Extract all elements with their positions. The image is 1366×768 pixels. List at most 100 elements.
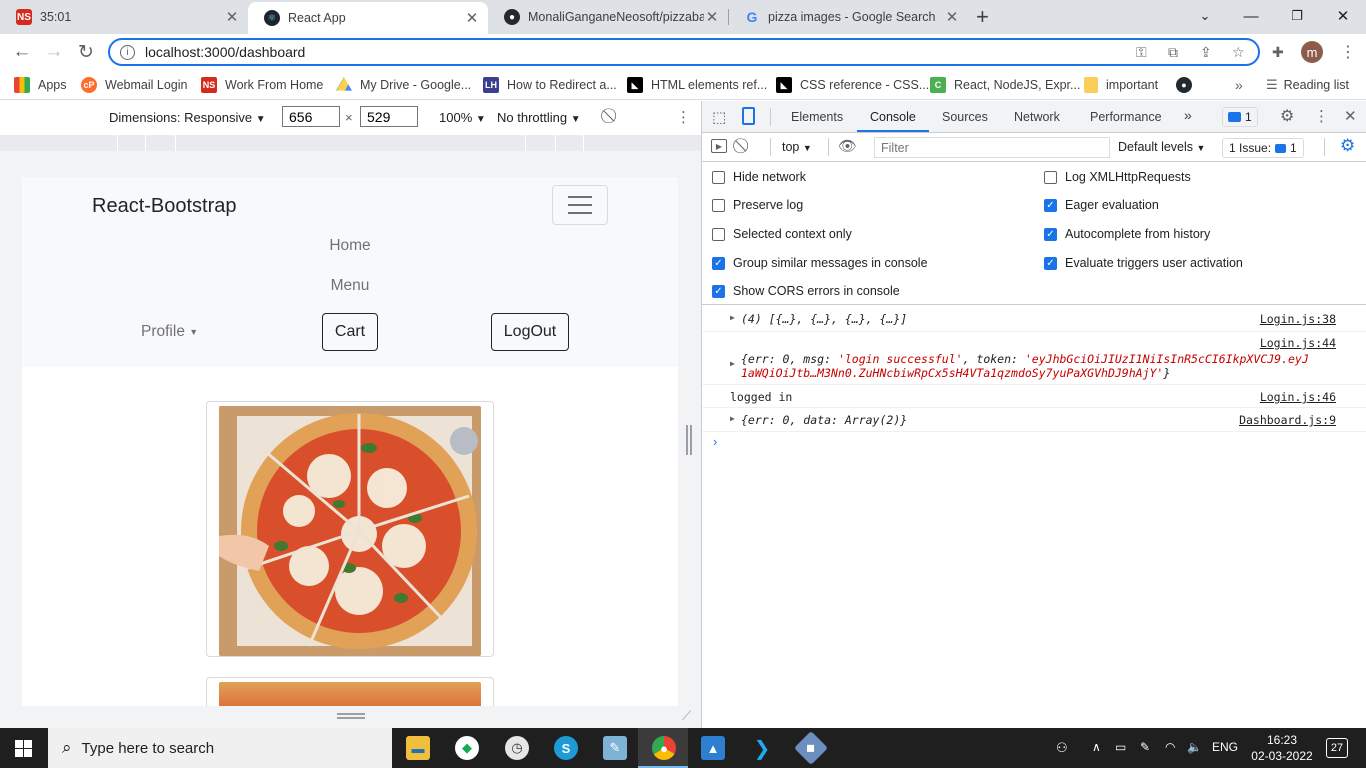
vscode-icon[interactable]: ❯	[750, 736, 774, 760]
console-message[interactable]: ▶ {err: 0, data: Array(2)} Dashboard.js:…	[702, 408, 1366, 432]
resize-corner-icon[interactable]: ⟋	[682, 708, 691, 724]
console-message[interactable]: Login.js:44 ▶ {err: 0, msg: 'login succe…	[702, 332, 1366, 385]
console-message[interactable]: logged in Login.js:46	[702, 385, 1366, 408]
media-query-ruler[interactable]	[0, 135, 701, 151]
checkbox-checked[interactable]: ✓	[1044, 198, 1057, 212]
close-devtools-icon[interactable]: ✕	[1344, 107, 1357, 125]
bookmark-apps[interactable]: Apps	[14, 77, 67, 93]
option-log-xhr[interactable]: Log XMLHttpRequests	[1044, 170, 1191, 184]
bookmark-work-from-home[interactable]: NS Work From Home	[201, 77, 323, 93]
live-expression-eye-icon[interactable]: 👁	[838, 137, 857, 155]
log-source-link[interactable]: Login.js:46	[1260, 390, 1336, 404]
option-eager-eval[interactable]: ✓ Eager evaluation	[1044, 198, 1159, 212]
height-input[interactable]	[360, 106, 418, 127]
more-bookmarks-icon[interactable]: »	[1235, 77, 1243, 93]
checkbox[interactable]	[712, 198, 725, 212]
console-settings-gear-icon[interactable]: ⚙	[1340, 136, 1355, 156]
log-source-link[interactable]: Login.js:44	[1260, 336, 1336, 350]
log-source-link[interactable]: Login.js:38	[1260, 312, 1336, 326]
postman-icon[interactable]: ◷	[505, 736, 529, 760]
option-preserve-log[interactable]: Preserve log	[712, 198, 803, 212]
mongodb-compass-icon[interactable]: ◆	[455, 736, 479, 760]
chrome-icon[interactable]: ●	[652, 736, 676, 760]
share-icon[interactable]: ⇪	[1200, 44, 1212, 61]
expand-triangle-icon[interactable]: ▶	[730, 359, 735, 368]
bookmark-css-reference[interactable]: ◣ CSS reference - CSS...	[776, 77, 929, 93]
git-icon[interactable]: ◆	[794, 731, 828, 765]
close-tab-icon[interactable]: ✕	[944, 8, 960, 26]
new-tab-icon[interactable]: +	[976, 4, 989, 30]
option-selected-context[interactable]: Selected context only	[712, 227, 852, 241]
profile-dropdown[interactable]: Profile ▼	[141, 323, 198, 341]
sidebar-toggle-icon[interactable]: ▶	[711, 139, 727, 153]
pen-icon[interactable]: ✎	[1140, 740, 1150, 754]
issues-button[interactable]: 1 Issue: 1	[1222, 138, 1304, 158]
close-window-icon[interactable]: ✕	[1320, 0, 1366, 32]
checkbox-checked[interactable]: ✓	[712, 256, 725, 270]
tab-react-app[interactable]: ⚛ React App ✕	[248, 2, 488, 34]
back-icon[interactable]: ←	[8, 38, 36, 66]
profile-avatar[interactable]: m	[1301, 41, 1323, 63]
photos-icon[interactable]: ▲	[701, 736, 725, 760]
checkbox-checked[interactable]: ✓	[712, 284, 725, 298]
resize-handle-right[interactable]	[686, 425, 692, 455]
bookmark-html-elements[interactable]: ◣ HTML elements ref...	[627, 77, 767, 93]
taskbar-search-box[interactable]: ⌕ Type here to search	[48, 728, 392, 768]
navbar-brand[interactable]: React-Bootstrap	[92, 195, 237, 218]
tab-sources[interactable]: Sources	[942, 110, 988, 124]
tab-elements[interactable]: Elements	[791, 110, 843, 124]
resize-handle-bottom[interactable]	[337, 713, 365, 719]
tab-console[interactable]: Console	[870, 110, 916, 124]
close-tab-icon[interactable]: ✕	[464, 9, 480, 27]
minimize-icon[interactable]: —	[1228, 0, 1274, 32]
bookmark-my-drive[interactable]: My Drive - Google...	[336, 77, 471, 93]
notifications-icon[interactable]: 27	[1326, 738, 1348, 758]
people-icon[interactable]: ⚇	[1056, 740, 1068, 756]
close-tab-icon[interactable]: ✕	[224, 8, 240, 26]
inspect-element-icon[interactable]: ⬚	[712, 108, 726, 126]
device-menu-kebab-icon[interactable]: ⋮	[676, 108, 691, 126]
option-hide-network[interactable]: Hide network	[712, 170, 806, 184]
nav-link-menu[interactable]: Menu	[22, 277, 678, 295]
expand-triangle-icon[interactable]: ▶	[730, 313, 735, 322]
tab-github[interactable]: ● MonaliGanganeNeosoft/pizzaba ✕	[488, 0, 728, 34]
notepad-icon[interactable]: ✎	[603, 736, 627, 760]
address-bar[interactable]: i localhost:3000/dashboard	[108, 38, 1260, 66]
log-source-link[interactable]: Dashboard.js:9	[1239, 413, 1336, 427]
dimensions-select[interactable]: Dimensions: Responsive ▼	[109, 110, 266, 125]
option-show-cors[interactable]: ✓ Show CORS errors in console	[712, 284, 900, 298]
wifi-icon[interactable]: ◠	[1165, 740, 1175, 754]
tab-performance[interactable]: Performance	[1090, 110, 1162, 124]
checkbox-checked[interactable]: ✓	[1044, 256, 1057, 270]
tray-expand-icon[interactable]: ∧	[1092, 740, 1101, 754]
option-group-similar[interactable]: ✓ Group similar messages in console	[712, 256, 928, 270]
clock[interactable]: 16:23 02-03-2022	[1248, 732, 1316, 764]
devtools-settings-gear-icon[interactable]: ⚙	[1280, 106, 1294, 126]
tab-network[interactable]: Network	[1014, 110, 1060, 124]
forward-icon[interactable]: →	[40, 38, 68, 66]
checkbox[interactable]	[712, 170, 725, 184]
reload-icon[interactable]: ↻	[72, 38, 100, 66]
close-tab-icon[interactable]: ✕	[704, 8, 720, 26]
restore-icon[interactable]: ❐	[1274, 0, 1320, 32]
logout-button[interactable]: LogOut	[491, 313, 569, 351]
expand-triangle-icon[interactable]: ▶	[730, 414, 735, 423]
bookmark-important[interactable]: important	[1084, 77, 1158, 93]
menu-kebab-icon[interactable]: ⋮	[1340, 42, 1356, 62]
cart-button[interactable]: Cart	[322, 313, 378, 351]
bookmark-redirect[interactable]: LH How to Redirect a...	[483, 77, 617, 93]
zoom-select[interactable]: 100% ▼	[439, 110, 486, 125]
tab-timer[interactable]: NS 35:01 ✕	[0, 0, 248, 34]
console-message[interactable]: ▶ (4) [{…}, {…}, {…}, {…}] Login.js:38	[702, 307, 1366, 332]
option-evaluate-triggers[interactable]: ✓ Evaluate triggers user activation	[1044, 256, 1243, 270]
context-select[interactable]: top ▼	[782, 140, 812, 154]
extensions-icon[interactable]: ✚	[1272, 44, 1284, 61]
console-input[interactable]	[726, 434, 1346, 452]
bookmark-star-icon[interactable]: ☆	[1232, 44, 1245, 61]
tab-google-search[interactable]: G pizza images - Google Search ✕	[728, 0, 968, 34]
more-tabs-icon[interactable]: »	[1184, 107, 1192, 123]
devtools-menu-kebab-icon[interactable]: ⋮	[1314, 107, 1329, 125]
log-levels-select[interactable]: Default levels ▼	[1118, 140, 1205, 154]
volume-icon[interactable]: 🔈	[1187, 740, 1202, 754]
skype-icon[interactable]: S	[554, 736, 578, 760]
